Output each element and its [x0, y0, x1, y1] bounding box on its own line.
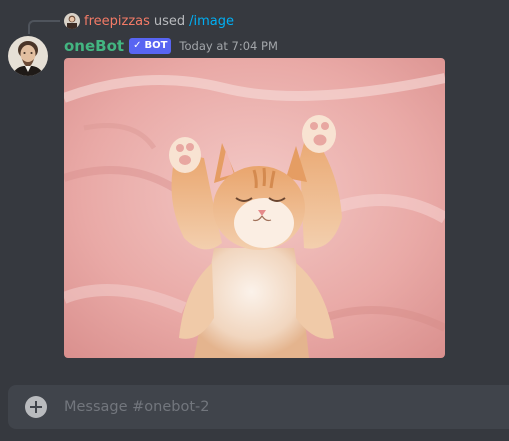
- command-user-avatar[interactable]: [64, 13, 80, 29]
- plus-circle-icon[interactable]: [25, 396, 47, 418]
- message-header: oneBot ✓ BOT Today at 7:04 PM: [64, 36, 278, 56]
- message-composer: [8, 385, 509, 429]
- bot-tag: ✓ BOT: [129, 38, 172, 54]
- reply-connector-line: [28, 20, 60, 34]
- bot-tag-label: BOT: [144, 40, 168, 51]
- command-user-name[interactable]: freepizzas: [84, 14, 150, 29]
- message-input[interactable]: [64, 385, 509, 429]
- command-usage-bar: freepizzas used /image: [64, 12, 234, 30]
- command-name-link[interactable]: /image: [189, 14, 234, 29]
- message-timestamp: Today at 7:04 PM: [179, 39, 278, 53]
- chat-view: freepizzas used /image oneBot ✓ BOT Toda…: [0, 0, 509, 441]
- check-icon: ✓: [133, 40, 142, 51]
- command-used-label: used: [153, 13, 186, 29]
- bot-username[interactable]: oneBot: [64, 37, 124, 55]
- kitten-image[interactable]: [64, 58, 445, 358]
- bot-avatar[interactable]: [8, 36, 48, 76]
